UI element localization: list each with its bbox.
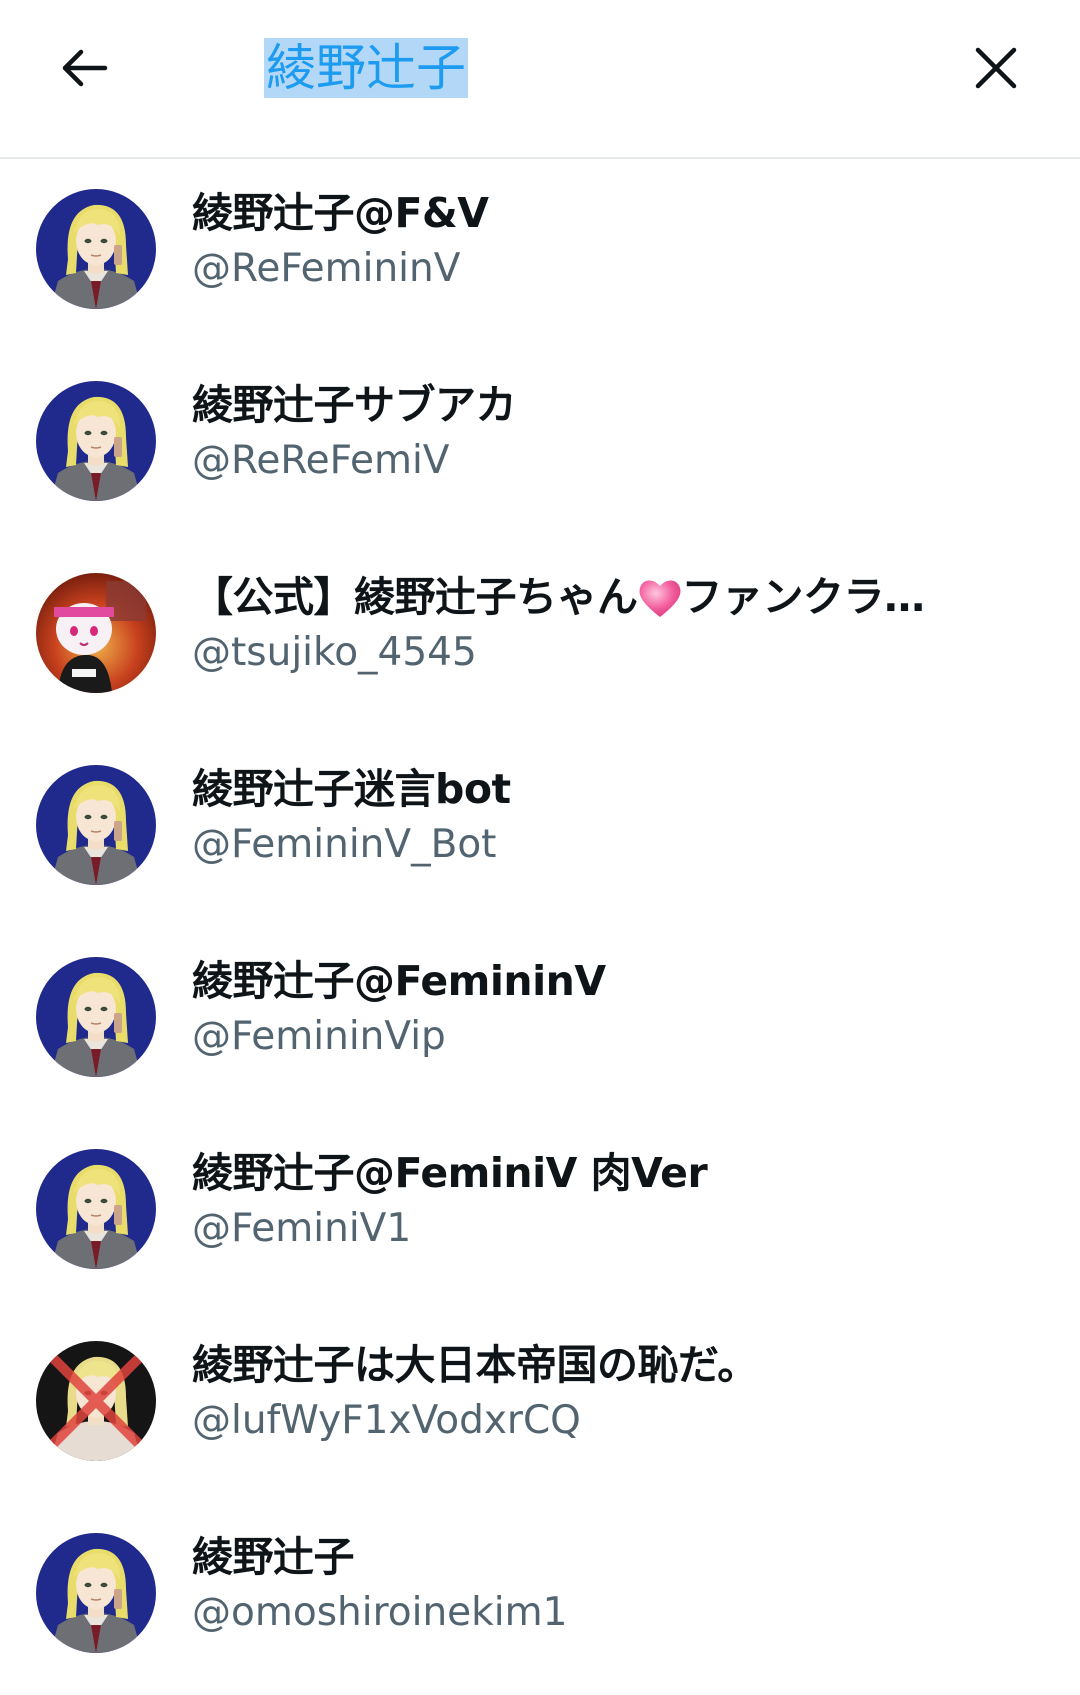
avatar[interactable] xyxy=(36,1533,156,1653)
result-item[interactable]: 綾野辻子迷言bot @FemininV_Bot xyxy=(0,735,1080,927)
user-handle: @FeminiV1 xyxy=(192,1206,412,1251)
avatar[interactable] xyxy=(36,573,156,693)
display-name: 綾野辻子 xyxy=(192,1533,355,1581)
user-handle: @ReReFemiV xyxy=(192,438,450,483)
result-item[interactable]: 綾野辻子サブアカ @ReReFemiV xyxy=(0,351,1080,543)
user-handle: @lufWyF1xVodxrCQ xyxy=(192,1398,581,1443)
display-name: 綾野辻子迷言bot xyxy=(192,765,511,813)
avatar[interactable] xyxy=(36,957,156,1077)
display-name: 綾野辻子@FeminiV 肉Ver xyxy=(192,1149,708,1197)
search-input[interactable]: 綾野辻子 xyxy=(264,38,468,98)
user-handle: @ReFemininV xyxy=(192,246,461,291)
display-name: 綾野辻子@F&V xyxy=(192,189,489,237)
display-name: 綾野辻子サブアカ xyxy=(192,381,517,429)
user-handle: @omoshiroinekim1 xyxy=(192,1590,568,1635)
user-handle: @FemininVip xyxy=(192,1014,446,1059)
avatar[interactable] xyxy=(36,1341,156,1461)
result-item[interactable]: 綾野辻子@FeminiV 肉Ver @FeminiV1 xyxy=(0,1119,1080,1311)
display-name-prefix: 【公式】綾野辻子ちゃん xyxy=(192,573,638,621)
arrow-left-icon xyxy=(62,49,108,87)
display-name: 綾野辻子@FemininV xyxy=(192,957,606,1005)
pink-heart-emoji-icon xyxy=(639,580,680,617)
display-name: 【公式】綾野辻子ちゃん ファンクラ… xyxy=(192,569,1022,625)
avatar[interactable] xyxy=(36,765,156,885)
display-name: 綾野辻子は大日本帝国の恥だ。 xyxy=(192,1341,758,1389)
avatar[interactable] xyxy=(36,1149,156,1269)
back-button[interactable] xyxy=(52,36,116,100)
result-item[interactable]: 【公式】綾野辻子ちゃん ファンクラ… @tsujiko_4545 xyxy=(0,543,1080,735)
result-item[interactable]: 綾野辻子@FemininV @FemininVip xyxy=(0,927,1080,1119)
display-name-suffix: ファンクラ… xyxy=(681,573,926,621)
result-item[interactable]: 綾野辻子@F&V @ReFemininV xyxy=(0,159,1080,351)
user-handle: @tsujiko_4545 xyxy=(192,630,477,675)
search-query-text[interactable]: 綾野辻子 xyxy=(264,38,468,98)
search-header: 綾野辻子 xyxy=(0,0,1080,159)
avatar[interactable] xyxy=(36,381,156,501)
result-item[interactable]: 綾野辻子は大日本帝国の恥だ。 @lufWyF1xVodxrCQ xyxy=(0,1311,1080,1503)
user-handle: @FemininV_Bot xyxy=(192,822,497,867)
search-results-list: 綾野辻子@F&V @ReFemininV 綾野辻子サブアカ @ReReFemiV xyxy=(0,159,1080,1695)
result-item[interactable]: 綾野辻子 @omoshiroinekim1 xyxy=(0,1503,1080,1695)
avatar[interactable] xyxy=(36,189,156,309)
clear-search-button[interactable] xyxy=(964,36,1028,100)
close-icon xyxy=(975,47,1017,89)
